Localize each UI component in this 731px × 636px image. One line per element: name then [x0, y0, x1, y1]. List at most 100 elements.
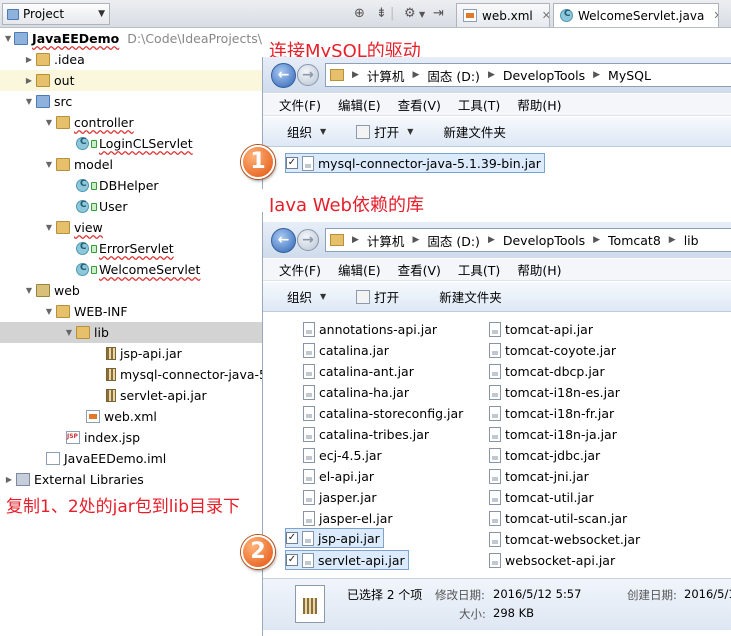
menu-edit[interactable]: 编辑(E)	[338, 260, 381, 279]
collapsed-arrow-icon[interactable]: ▶	[4, 475, 14, 484]
file-item[interactable]: annotations-api.jar	[303, 319, 437, 339]
file-item[interactable]: jasper.jar	[303, 487, 377, 507]
menu-tools[interactable]: 工具(T)	[458, 95, 500, 114]
close-icon[interactable]: ✕	[713, 9, 718, 22]
collapsed-arrow-icon[interactable]: ▶	[24, 76, 34, 85]
file-item[interactable]: catalina.jar	[303, 340, 389, 360]
menu-help[interactable]: 帮助(H)	[517, 95, 561, 114]
tree-row-welcomeservlet[interactable]: WelcomeServlet	[0, 259, 262, 280]
project-view-selector[interactable]: Project ▼	[2, 3, 110, 25]
tree-row-src[interactable]: ▼ src	[0, 91, 262, 112]
tree-row-dbhelper[interactable]: DBHelper	[0, 175, 262, 196]
menu-help[interactable]: 帮助(H)	[517, 260, 561, 279]
organize-button[interactable]: 组织 ▼	[287, 287, 326, 306]
back-button[interactable]: ←	[271, 62, 296, 88]
checkbox-checked[interactable]: ✓	[286, 157, 298, 169]
new-folder-button[interactable]: 新建文件夹	[443, 122, 506, 141]
new-folder-button[interactable]: 新建文件夹	[439, 287, 502, 306]
breadcrumb-tomcat8[interactable]: Tomcat8	[608, 233, 661, 248]
tree-row-view[interactable]: ▼ view	[0, 217, 262, 238]
breadcrumb-mysql[interactable]: MySQL	[608, 68, 651, 83]
chevron-down-icon[interactable]: ▼	[419, 10, 425, 19]
file-item[interactable]: tomcat-websocket.jar	[489, 529, 640, 549]
expand-arrow-icon[interactable]: ▼	[44, 160, 54, 169]
expand-arrow-icon[interactable]: ▼	[4, 34, 12, 43]
tree-row-errorservlet[interactable]: ErrorServlet	[0, 238, 262, 259]
breadcrumb-drive[interactable]: 固态 (D:)	[427, 66, 480, 85]
forward-button[interactable]: →	[297, 64, 319, 86]
breadcrumb-drive[interactable]: 固态 (D:)	[427, 231, 480, 250]
back-button[interactable]: ←	[271, 227, 296, 253]
file-item[interactable]: tomcat-coyote.jar	[489, 340, 616, 360]
expand-arrow-icon[interactable]: ▼	[64, 328, 74, 337]
tree-row-iml[interactable]: JavaEEDemo.iml	[0, 448, 262, 469]
open-button[interactable]: 打开 ▼	[356, 122, 413, 141]
gear-icon[interactable]: ⚙	[404, 6, 416, 21]
expand-arrow-icon[interactable]: ▼	[44, 118, 54, 127]
menu-tools[interactable]: 工具(T)	[458, 260, 500, 279]
expand-arrow-icon[interactable]: ▼	[44, 223, 54, 232]
breadcrumb-computer[interactable]: 计算机	[367, 231, 405, 250]
tree-row-mysqlconnector[interactable]: mysql-connector-java-5	[0, 364, 262, 385]
file-item[interactable]: catalina-tribes.jar	[303, 424, 429, 444]
menu-edit[interactable]: 编辑(E)	[338, 95, 381, 114]
close-icon[interactable]: ✕	[542, 9, 549, 22]
tab-welcomeservlet[interactable]: WelcomeServlet.java ✕	[553, 3, 719, 27]
file-item[interactable]: catalina-ha.jar	[303, 382, 409, 402]
breadcrumb-lib[interactable]: lib	[684, 233, 699, 248]
breadcrumb-developtools[interactable]: DevelopTools	[503, 68, 585, 83]
tree-row-root[interactable]: ▼ JavaEEDemo D:\Code\IdeaProjects\	[0, 28, 262, 49]
menu-file[interactable]: 文件(F)	[279, 260, 321, 279]
file-item[interactable]: tomcat-util.jar	[489, 487, 594, 507]
file-item[interactable]: tomcat-util-scan.jar	[489, 508, 627, 528]
tree-row-indexjsp[interactable]: index.jsp	[0, 427, 262, 448]
tree-row-servletapi[interactable]: servlet-api.jar	[0, 385, 262, 406]
expand-arrow-icon[interactable]: ▼	[24, 97, 34, 106]
collapsed-arrow-icon[interactable]: ▶	[24, 55, 34, 64]
tree-row-model[interactable]: ▼ model	[0, 154, 262, 175]
file-item-jsp-api-selected[interactable]: ✓ jsp-api.jar	[285, 528, 384, 548]
menu-view[interactable]: 查看(V)	[398, 260, 441, 279]
breadcrumb-computer[interactable]: 计算机	[367, 66, 405, 85]
expand-arrow-icon[interactable]: ▼	[44, 307, 54, 316]
address-path[interactable]: ▶ 计算机 ▶ 固态 (D:) ▶ DevelopTools ▶ MySQL	[325, 63, 731, 87]
tree-row-web[interactable]: ▼ web	[0, 280, 262, 301]
collapse-icon[interactable]: ⇟	[376, 6, 387, 21]
organize-button[interactable]: 组织 ▼	[287, 122, 326, 141]
breadcrumb-developtools[interactable]: DevelopTools	[503, 233, 585, 248]
open-button[interactable]: 打开	[356, 287, 399, 306]
checkbox-checked[interactable]: ✓	[286, 554, 298, 566]
hide-panel-icon[interactable]: ⇥	[433, 6, 444, 21]
file-item[interactable]: tomcat-i18n-es.jar	[489, 382, 620, 402]
sync-icon[interactable]: ⊕	[354, 6, 365, 21]
file-item[interactable]: catalina-storeconfig.jar	[303, 403, 463, 423]
file-item[interactable]: tomcat-dbcp.jar	[489, 361, 605, 381]
tree-row-webinf[interactable]: ▼ WEB-INF	[0, 301, 262, 322]
tree-row-lib[interactable]: ▼ lib	[0, 322, 262, 343]
expand-arrow-icon[interactable]: ▼	[24, 286, 34, 295]
tree-row-out[interactable]: ▶ out	[0, 70, 262, 91]
checkbox-checked[interactable]: ✓	[286, 532, 298, 544]
tree-row-idea[interactable]: ▶ .idea	[0, 49, 262, 70]
file-item-mysql-connector[interactable]: ✓ mysql-connector-java-5.1.39-bin.jar	[285, 153, 545, 173]
tree-row-user[interactable]: User	[0, 196, 262, 217]
forward-button[interactable]: →	[297, 229, 319, 251]
tree-row-loginclservlet[interactable]: LoginCLServlet	[0, 133, 262, 154]
tree-row-jspapi[interactable]: jsp-api.jar	[0, 343, 262, 364]
tree-row-webxml[interactable]: web.xml	[0, 406, 262, 427]
menu-file[interactable]: 文件(F)	[279, 95, 321, 114]
file-item[interactable]: catalina-ant.jar	[303, 361, 414, 381]
file-item[interactable]: tomcat-api.jar	[489, 319, 593, 339]
file-item[interactable]: el-api.jar	[303, 466, 374, 486]
file-item[interactable]: tomcat-jdbc.jar	[489, 445, 600, 465]
file-item-servlet-api-selected[interactable]: ✓ servlet-api.jar	[285, 550, 409, 570]
file-item[interactable]: tomcat-i18n-fr.jar	[489, 403, 614, 423]
menu-view[interactable]: 查看(V)	[398, 95, 441, 114]
file-item[interactable]: ecj-4.5.jar	[303, 445, 382, 465]
file-item[interactable]: tomcat-i18n-ja.jar	[489, 424, 617, 444]
tree-row-external-libraries[interactable]: ▶ External Libraries	[0, 469, 262, 490]
tab-web-xml[interactable]: web.xml ✕	[456, 3, 550, 27]
tree-row-controller[interactable]: ▼ controller	[0, 112, 262, 133]
file-item[interactable]: tomcat-jni.jar	[489, 466, 589, 486]
address-path[interactable]: ▶ 计算机 ▶ 固态 (D:) ▶ DevelopTools ▶ Tomcat8…	[325, 228, 731, 252]
